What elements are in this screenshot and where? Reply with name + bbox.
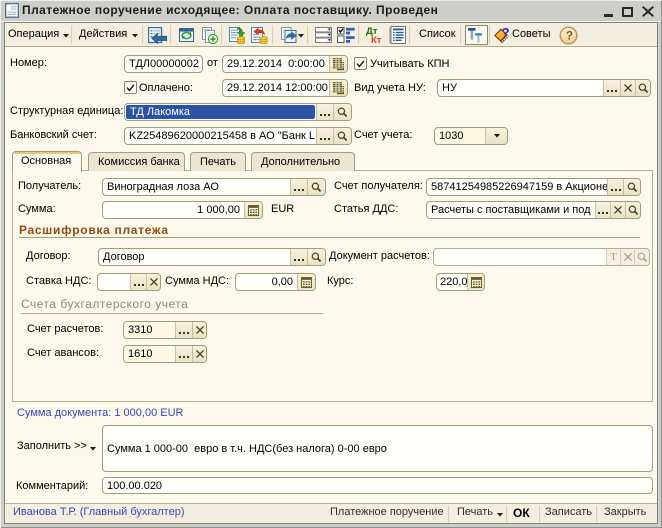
- svg-text:?: ?: [502, 26, 510, 40]
- svg-text:?: ?: [566, 29, 573, 43]
